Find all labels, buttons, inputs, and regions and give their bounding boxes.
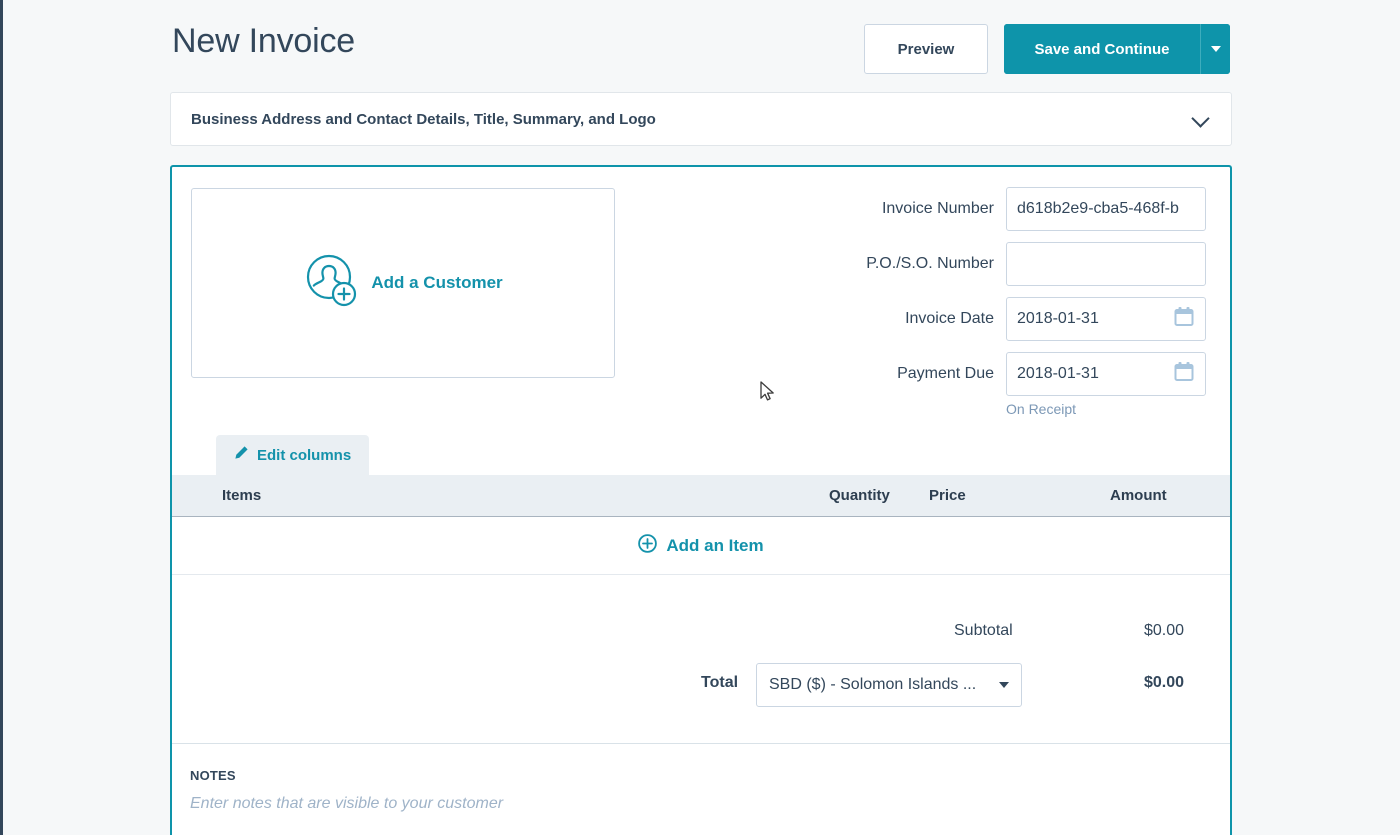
caret-down-icon: [1210, 46, 1221, 52]
payment-due-value: 2018-01-31: [1017, 365, 1099, 382]
save-options-dropdown-button[interactable]: [1200, 24, 1230, 74]
add-an-item-label: Add an Item: [666, 535, 764, 555]
payment-due-terms-hint: On Receipt: [1006, 401, 1077, 417]
column-header-price: Price: [929, 487, 966, 504]
column-header-items: Items: [222, 487, 262, 504]
invoice-number-label: Invoice Number: [881, 200, 994, 217]
calendar-icon[interactable]: [1173, 361, 1195, 388]
add-customer-icon: [303, 252, 361, 315]
page-header: New Invoice Preview Save and Continue: [170, 0, 1232, 92]
invoice-date-value: 2018-01-31: [1017, 310, 1099, 327]
save-and-continue-button[interactable]: Save and Continue: [1004, 24, 1200, 74]
totals-block: Subtotal $0.00 Total SBD ($) - Solomon I…: [172, 575, 1230, 744]
payment-due-row: Payment Due 2018-01-31: [856, 352, 1206, 396]
calendar-icon[interactable]: [1173, 306, 1195, 333]
po-so-number-row: P.O./S.O. Number: [856, 242, 1206, 286]
po-so-number-label: P.O./S.O. Number: [866, 255, 994, 272]
page-title: New Invoice: [172, 22, 355, 60]
left-edge-rail: [0, 0, 3, 835]
total-value: $0.00: [1143, 674, 1184, 691]
header-actions: Preview Save and Continue: [864, 24, 1230, 74]
invoice-page: New Invoice Preview Save and Continue Bu…: [170, 0, 1232, 835]
notes-input[interactable]: Enter notes that are visible to your cus…: [190, 795, 1230, 813]
save-split-button-group: Save and Continue: [1004, 24, 1230, 74]
add-item-row: Add an Item: [172, 517, 1230, 575]
add-customer-button[interactable]: Add a Customer: [191, 188, 615, 378]
total-row: Total SBD ($) - Solomon Islands ... $0.0…: [172, 663, 1230, 707]
caret-down-icon: [999, 682, 1009, 688]
po-so-number-input[interactable]: [1006, 242, 1206, 286]
invoice-card: Add a Customer Invoice Number d618b2e9-c…: [170, 165, 1232, 835]
notes-heading: NOTES: [190, 768, 236, 783]
pencil-icon: [234, 445, 249, 465]
chevron-down-icon[interactable]: [1193, 111, 1209, 127]
invoice-number-value: d618b2e9-cba5-468f-b: [1017, 200, 1179, 217]
plus-circle-icon: [638, 533, 658, 558]
payment-due-input[interactable]: 2018-01-31: [1006, 352, 1206, 396]
currency-select[interactable]: SBD ($) - Solomon Islands ...: [756, 663, 1022, 707]
edit-columns-tab[interactable]: Edit columns: [216, 435, 370, 475]
business-details-label: Business Address and Contact Details, Ti…: [191, 110, 656, 128]
invoice-date-label: Invoice Date: [905, 310, 994, 327]
invoice-top-region: Add a Customer Invoice Number d618b2e9-c…: [172, 167, 1230, 432]
invoice-date-row: Invoice Date 2018-01-31: [856, 297, 1206, 341]
payment-due-label: Payment Due: [897, 365, 994, 382]
invoice-number-row: Invoice Number d618b2e9-cba5-468f-b: [856, 187, 1206, 231]
column-header-quantity: Quantity: [829, 487, 890, 504]
edit-columns-label: Edit columns: [257, 446, 352, 464]
subtotal-value: $0.00: [1143, 622, 1184, 639]
invoice-number-input[interactable]: d618b2e9-cba5-468f-b: [1006, 187, 1206, 231]
business-details-accordion[interactable]: Business Address and Contact Details, Ti…: [170, 92, 1232, 146]
column-header-amount: Amount: [1110, 487, 1167, 504]
add-an-item-button[interactable]: Add an Item: [638, 533, 764, 558]
subtotal-row: Subtotal $0.00: [172, 622, 1230, 644]
preview-button[interactable]: Preview: [864, 24, 988, 74]
subtotal-label: Subtotal: [954, 622, 1013, 639]
total-label: Total: [701, 674, 739, 691]
currency-selected-value: SBD ($) - Solomon Islands ...: [769, 676, 977, 693]
notes-block: NOTES Enter notes that are visible to yo…: [172, 744, 1230, 813]
invoice-fields-group: Invoice Number d618b2e9-cba5-468f-b P.O.…: [856, 187, 1206, 417]
items-table-header: Items Quantity Price Amount: [172, 475, 1230, 517]
invoice-date-input[interactable]: 2018-01-31: [1006, 297, 1206, 341]
add-customer-label: Add a Customer: [371, 273, 503, 292]
